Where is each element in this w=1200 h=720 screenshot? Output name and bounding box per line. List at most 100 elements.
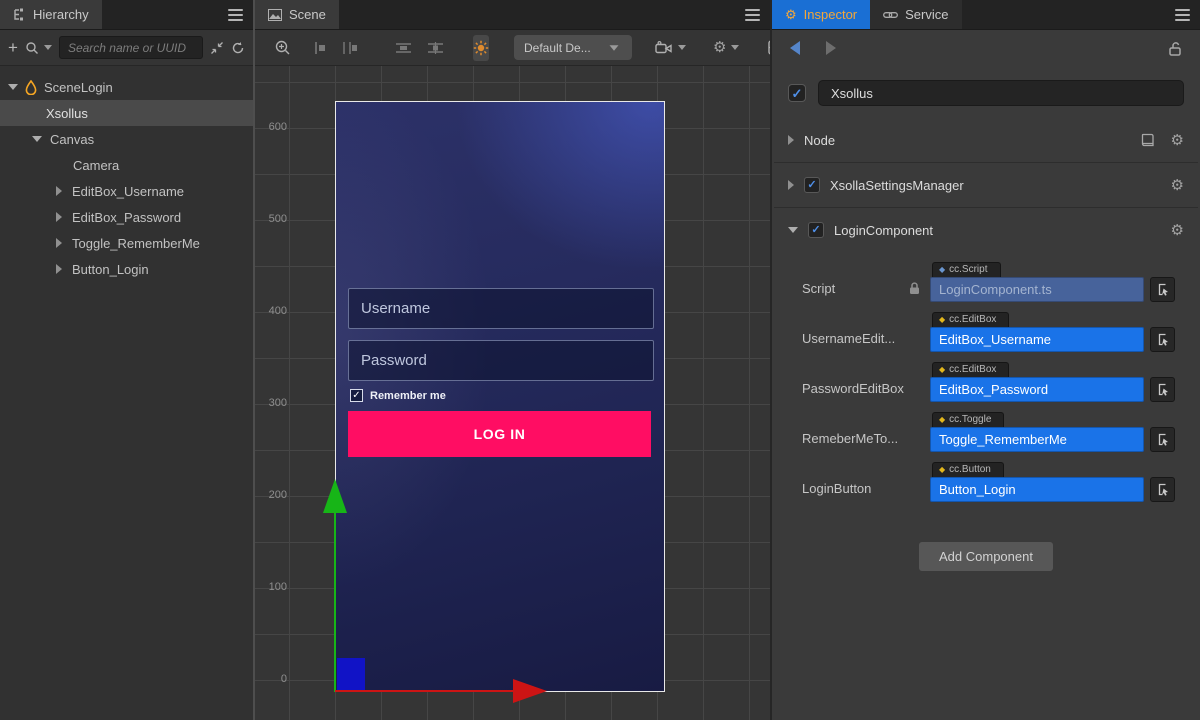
login-button-label: LOG IN [474, 426, 526, 442]
y-axis-gizmo-arrow[interactable] [323, 479, 347, 513]
align-vertical-icon[interactable] [312, 41, 327, 55]
login-component-header[interactable]: ✓ LoginComponent ⚙ [772, 208, 1200, 252]
scene-gear-icon[interactable]: ⚙ [713, 40, 739, 55]
tab-scene[interactable]: Scene [255, 0, 339, 29]
tree-item-label: Xsollus [46, 106, 88, 121]
scene-tabstrip: Scene [255, 0, 770, 30]
ruler-label: 500 [259, 213, 287, 225]
refresh-icon[interactable] [231, 41, 245, 55]
scene-menu-icon[interactable] [745, 9, 760, 21]
search-input[interactable] [59, 36, 203, 59]
sun-icon [473, 40, 489, 56]
username-editbox[interactable]: Username [348, 288, 654, 329]
collapse-all-icon[interactable] [210, 41, 224, 55]
tree-item-button-login[interactable]: Button_Login [0, 256, 253, 282]
node-gear-icon[interactable]: ⚙ [1171, 133, 1184, 148]
tree-item-editbox-username[interactable]: EditBox_Username [0, 178, 253, 204]
tree-item-canvas[interactable]: Canvas [0, 126, 253, 152]
expander-down-icon[interactable] [788, 227, 798, 233]
gizmo-light-toggle[interactable] [473, 35, 489, 61]
device-resolution-dropdown[interactable]: Default De... [514, 35, 632, 60]
tree-item-label: Button_Login [72, 262, 149, 277]
node-ref-chip[interactable]: Button_Login [930, 477, 1144, 502]
scene-tab-label: Scene [289, 7, 326, 22]
node-ref-chip[interactable]: Toggle_RememberMe [930, 427, 1144, 452]
create-node-icon[interactable]: + [8, 38, 18, 58]
scene-viewport[interactable]: 600 500 400 300 200 100 0 Username Passw… [255, 66, 770, 720]
distribute-center-icon[interactable] [427, 41, 444, 55]
hierarchy-tab-label: Hierarchy [33, 7, 89, 22]
scene-asset-icon [24, 80, 38, 95]
component-gear-icon[interactable]: ⚙ [1171, 178, 1184, 193]
expander-right-icon[interactable] [788, 135, 794, 145]
component-enabled-checkbox[interactable]: ✓ [804, 177, 820, 193]
tree-item-camera[interactable]: Camera [0, 152, 253, 178]
history-forward-icon[interactable] [826, 41, 836, 55]
expander-right-icon[interactable] [56, 212, 62, 222]
tree-item-editbox-password[interactable]: EditBox_Password [0, 204, 253, 230]
y-axis-line [334, 512, 336, 692]
unlock-icon[interactable] [1168, 41, 1182, 56]
add-component-button[interactable]: Add Component [919, 542, 1053, 571]
password-editbox[interactable]: Password [348, 340, 654, 381]
node-section-header[interactable]: Node ⚙ [772, 118, 1200, 162]
node-picker-icon[interactable] [1150, 327, 1175, 352]
tree-item-xsollus[interactable]: Xsollus [0, 100, 253, 126]
login-button[interactable]: LOG IN [348, 411, 651, 457]
expander-right-icon[interactable] [56, 264, 62, 274]
inspector-menu-icon[interactable] [1175, 9, 1190, 21]
hierarchy-menu-icon[interactable] [228, 9, 243, 21]
node-ref-chip[interactable]: EditBox_Username [930, 327, 1144, 352]
component-enabled-checkbox[interactable]: ✓ [808, 222, 824, 238]
asset-picker-icon[interactable] [1150, 277, 1175, 302]
username-placeholder: Username [361, 300, 430, 317]
prop-label: Script [802, 281, 930, 296]
x-axis-gizmo-arrow[interactable] [513, 679, 547, 703]
type-diamond-icon: ◆ [939, 266, 945, 274]
script-asset-chip[interactable]: LoginComponent.ts [930, 277, 1144, 302]
search-filter-caret-icon [44, 45, 52, 50]
tree-item-scene[interactable]: SceneLogin [0, 74, 253, 100]
distribute-top-icon[interactable] [395, 41, 412, 55]
expander-down-icon[interactable] [8, 84, 18, 90]
component-gear-icon[interactable]: ⚙ [1171, 223, 1184, 238]
expander-right-icon[interactable] [56, 186, 62, 196]
expander-right-icon[interactable] [788, 180, 794, 190]
inspector-tab-label: Inspector [804, 7, 857, 22]
settings-manager-header[interactable]: ✓ XsollaSettingsManager ⚙ [772, 163, 1200, 207]
tree-item-toggle-rememberme[interactable]: Toggle_RememberMe [0, 230, 253, 256]
ruler-label: 400 [259, 305, 287, 317]
checkbox-checked-icon[interactable]: ✓ [350, 389, 363, 402]
design-canvas[interactable]: Username Password ✓ Remember me LOG IN [335, 101, 665, 692]
ruler-label: 100 [259, 581, 287, 593]
node-picker-icon[interactable] [1150, 427, 1175, 452]
prop-label: PasswordEditBox [802, 381, 930, 396]
tab-hierarchy[interactable]: Hierarchy [0, 0, 102, 29]
zoom-icon[interactable] [275, 40, 291, 56]
expander-down-icon[interactable] [32, 136, 42, 142]
type-diamond-icon: ◆ [939, 466, 945, 474]
search-filter-icon[interactable] [25, 41, 52, 55]
node-picker-icon[interactable] [1150, 377, 1175, 402]
device-resolution-value: Default De... [524, 41, 591, 55]
inspector-tabstrip: ⚙ Inspector Service [772, 0, 1200, 30]
password-placeholder: Password [361, 352, 427, 369]
expander-right-icon[interactable] [56, 238, 62, 248]
node-name-field[interactable]: Xsollus [818, 80, 1184, 106]
inspector-gear-icon: ⚙ [785, 8, 797, 21]
tab-inspector[interactable]: ⚙ Inspector [772, 0, 870, 29]
node-active-checkbox[interactable]: ✓ [788, 84, 806, 102]
camera-settings-icon[interactable] [655, 41, 686, 55]
prop-row-rememberme: RemeberMeTo... ◆ cc.Toggle Toggle_Rememb… [772, 412, 1200, 452]
node-ref-chip[interactable]: EditBox_Password [930, 377, 1144, 402]
align-horizontal-icon[interactable] [342, 41, 358, 55]
dropdown-caret-icon [609, 45, 618, 50]
origin-gizmo-square[interactable] [337, 658, 365, 690]
remember-me-toggle[interactable]: ✓ Remember me [350, 389, 446, 402]
type-diamond-icon: ◆ [939, 316, 945, 324]
node-picker-icon[interactable] [1150, 477, 1175, 502]
type-tag: ◆ cc.EditBox [932, 362, 1009, 377]
history-back-icon[interactable] [790, 41, 800, 55]
docs-book-icon[interactable] [1140, 133, 1155, 147]
tab-service[interactable]: Service [870, 0, 961, 29]
